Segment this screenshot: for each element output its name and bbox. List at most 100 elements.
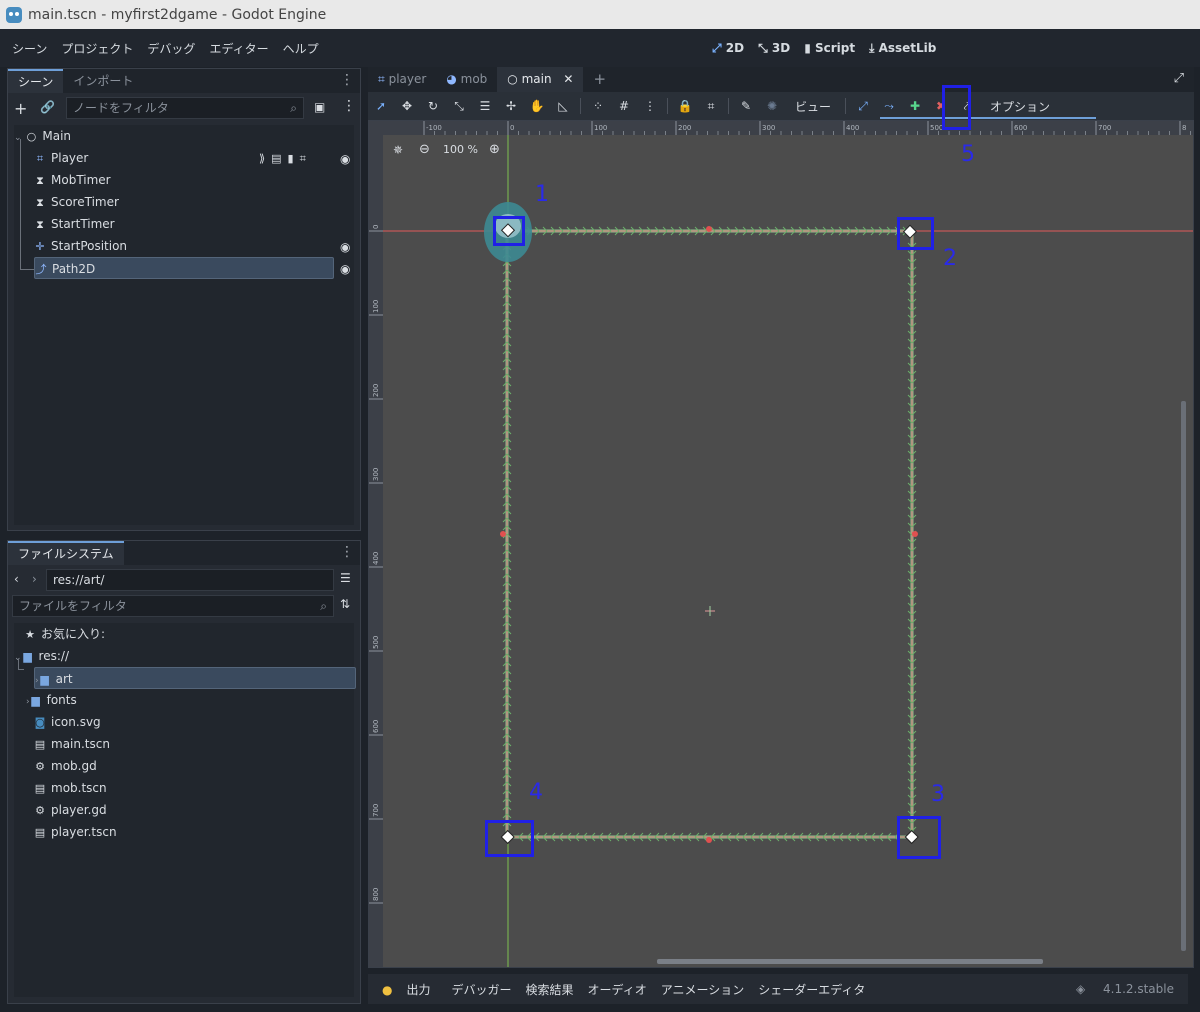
- scene-icon[interactable]: ▤: [271, 152, 287, 165]
- visibility-eye-icon[interactable]: ◉: [340, 262, 350, 276]
- ruler-tool-icon[interactable]: ◺: [550, 99, 576, 113]
- tab-main-scene[interactable]: ○ main ✕: [497, 67, 584, 92]
- bottom-tab-audio[interactable]: オーディオ: [581, 981, 654, 998]
- back-icon[interactable]: ‹: [14, 572, 19, 586]
- script-icon[interactable]: ▮: [288, 152, 300, 165]
- ruler-label: 400: [846, 124, 859, 132]
- tab-filesystem[interactable]: ファイルシステム: [8, 541, 124, 565]
- scale-tool-icon[interactable]: ⤡: [446, 99, 472, 114]
- file-item-main-tscn[interactable]: ▤ main.tscn: [34, 733, 110, 755]
- select-tool-icon[interactable]: ➚: [368, 99, 394, 113]
- menu-debug[interactable]: デバッグ: [140, 40, 202, 57]
- annotation-box-1: [493, 216, 525, 246]
- file-item-art[interactable]: › ▆ art: [34, 667, 356, 689]
- zoom-level[interactable]: 100 %: [443, 143, 478, 156]
- close-icon[interactable]: ✕: [563, 72, 573, 86]
- selectable-list-icon[interactable]: ☰: [472, 99, 498, 113]
- file-filter-input[interactable]: ファイルをフィルタ ⌕: [12, 595, 334, 617]
- scene-icon: ▤: [34, 782, 46, 795]
- file-item-player-gd[interactable]: ⚙ player.gd: [34, 799, 107, 821]
- file-item-player-tscn[interactable]: ▤ player.tscn: [34, 821, 117, 843]
- bottom-tab-search-results[interactable]: 検索結果: [519, 981, 581, 998]
- link-icon[interactable]: 🔗: [40, 100, 55, 114]
- instance-script-icon[interactable]: ▣: [314, 100, 325, 114]
- sort-icon[interactable]: ⇅: [340, 597, 350, 611]
- forward-icon[interactable]: ›: [32, 572, 37, 586]
- workspace-script-button[interactable]: ▮ Script: [804, 41, 855, 55]
- zoom-in-icon[interactable]: ⊕: [489, 142, 500, 157]
- tree-node-main[interactable]: ⌄ ○ Main: [14, 125, 71, 147]
- pan-tool-icon[interactable]: ✋: [524, 99, 550, 113]
- view-menu[interactable]: ビュー: [785, 98, 841, 115]
- file-item-res[interactable]: ⌄ ▆ res://: [14, 645, 69, 667]
- bottom-tab-shader-editor[interactable]: シェーダーエディタ: [751, 981, 872, 998]
- tab-import[interactable]: インポート: [63, 69, 143, 93]
- signal-icon[interactable]: ⟫: [259, 152, 271, 165]
- file-item-mob-tscn[interactable]: ▤ mob.tscn: [34, 777, 107, 799]
- tree-node-starttimer[interactable]: ⧗ StartTimer: [34, 213, 115, 235]
- window-title: main.tscn - myfirst2dgame - Godot Engine: [28, 6, 327, 23]
- menu-scene[interactable]: シーン: [0, 40, 54, 57]
- lock-icon[interactable]: 🔒: [672, 99, 698, 113]
- scene-panel-menu-icon[interactable]: ⋮: [340, 73, 354, 87]
- bottom-tab-output[interactable]: ● 出力: [368, 981, 445, 998]
- tree-node-player[interactable]: ⌗ Player: [34, 147, 88, 169]
- center-view-icon[interactable]: ✵: [393, 143, 403, 157]
- split-mode-icon[interactable]: ☰: [340, 571, 351, 585]
- folder-icon: ▆: [23, 650, 32, 663]
- tree-node-mobtimer[interactable]: ⧗ MobTimer: [34, 169, 111, 191]
- bottom-tab-debugger[interactable]: デバッガー: [445, 981, 519, 998]
- tree-node-scoretimer[interactable]: ⧗ ScoreTimer: [34, 191, 119, 213]
- group-icon[interactable]: ⌗: [300, 152, 312, 165]
- pivot-tool-icon[interactable]: ✢: [498, 99, 524, 113]
- zoom-out-icon[interactable]: ⊖: [419, 142, 430, 157]
- move-tool-icon[interactable]: ✥: [394, 99, 420, 113]
- annotation-label-1: 1: [535, 182, 549, 207]
- annotation-label-4: 4: [529, 780, 543, 805]
- area2d-icon: ⌗: [36, 152, 44, 165]
- visibility-eye-icon[interactable]: ◉: [340, 240, 350, 254]
- tab-scene[interactable]: シーン: [8, 69, 64, 93]
- canvas-toolbar: ➚ ✥ ↻ ⤡ ☰ ✢ ✋ ◺ ⁘ # ⋮ 🔒 ⌗ ✎ ✺ ビュー ⤢ ⤳ ✚ …: [368, 92, 1194, 120]
- ruler-label: 100: [372, 300, 380, 313]
- skeleton-icon[interactable]: ✎: [733, 99, 759, 113]
- snap-options-icon[interactable]: ⋮: [637, 99, 663, 113]
- select-control-points-icon[interactable]: ⤳: [876, 99, 902, 114]
- tree-node-startposition[interactable]: ✛ StartPosition: [34, 235, 127, 257]
- menu-editor[interactable]: エディター: [202, 40, 275, 57]
- menu-bar: シーン プロジェクト デバッグ エディター ヘルプ ⤢ 2D ⤡ 3D ▮ Sc…: [0, 29, 1200, 67]
- path-input[interactable]: res://art/: [46, 569, 334, 591]
- file-item-mob-gd[interactable]: ⚙ mob.gd: [34, 755, 97, 777]
- scene-tree-menu-icon[interactable]: ⋮: [342, 98, 356, 114]
- node-filter-input[interactable]: ノードをフィルタ ⌕: [66, 97, 304, 119]
- filesystem-menu-icon[interactable]: ⋮: [340, 545, 354, 559]
- bottom-panel-bar: ● 出力 デバッガー 検索結果 オーディオ アニメーション シェーダーエディタ ◈…: [368, 974, 1188, 1004]
- tree-node-path2d[interactable]: ⤴ Path2D: [34, 257, 334, 279]
- rotate-tool-icon[interactable]: ↻: [420, 99, 446, 113]
- tab-mob-scene[interactable]: ◕ mob: [436, 67, 497, 92]
- version-label: ◈ 4.1.2.stable: [1062, 982, 1188, 996]
- file-item-fonts[interactable]: › ▆ fonts: [26, 689, 77, 711]
- menu-project[interactable]: プロジェクト: [54, 40, 140, 57]
- grid-snap-icon[interactable]: #: [611, 99, 637, 113]
- distraction-free-icon[interactable]: ⤢: [1174, 71, 1184, 86]
- tab-player-scene[interactable]: ⌗ player: [368, 67, 436, 92]
- bottom-tab-animation[interactable]: アニメーション: [654, 981, 752, 998]
- visibility-eye-icon[interactable]: ◉: [340, 152, 350, 166]
- group-icon[interactable]: ⌗: [698, 99, 724, 114]
- options-menu[interactable]: オプション: [980, 98, 1060, 115]
- add-node-icon[interactable]: +: [14, 99, 27, 118]
- workspace-2d-button[interactable]: ⤢ 2D: [712, 41, 744, 56]
- smart-snap-icon[interactable]: ⁘: [585, 99, 611, 113]
- favorites-item[interactable]: ★ お気に入り:: [24, 623, 105, 645]
- window-titlebar: main.tscn - myfirst2dgame - Godot Engine: [0, 0, 1200, 29]
- workspace-3d-button[interactable]: ⤡ 3D: [758, 41, 790, 56]
- folder-icon: ▆: [40, 673, 49, 686]
- file-item-icon-svg[interactable]: ◙ icon.svg: [34, 711, 101, 733]
- workspace-assetlib-button[interactable]: ⤓ AssetLib: [869, 41, 936, 56]
- menu-help[interactable]: ヘルプ: [276, 40, 326, 57]
- select-points-icon[interactable]: ⤢: [850, 99, 876, 114]
- add-point-icon[interactable]: ✚: [902, 99, 928, 113]
- bone-icon[interactable]: ✺: [759, 99, 785, 113]
- add-scene-tab-icon[interactable]: +: [583, 67, 616, 92]
